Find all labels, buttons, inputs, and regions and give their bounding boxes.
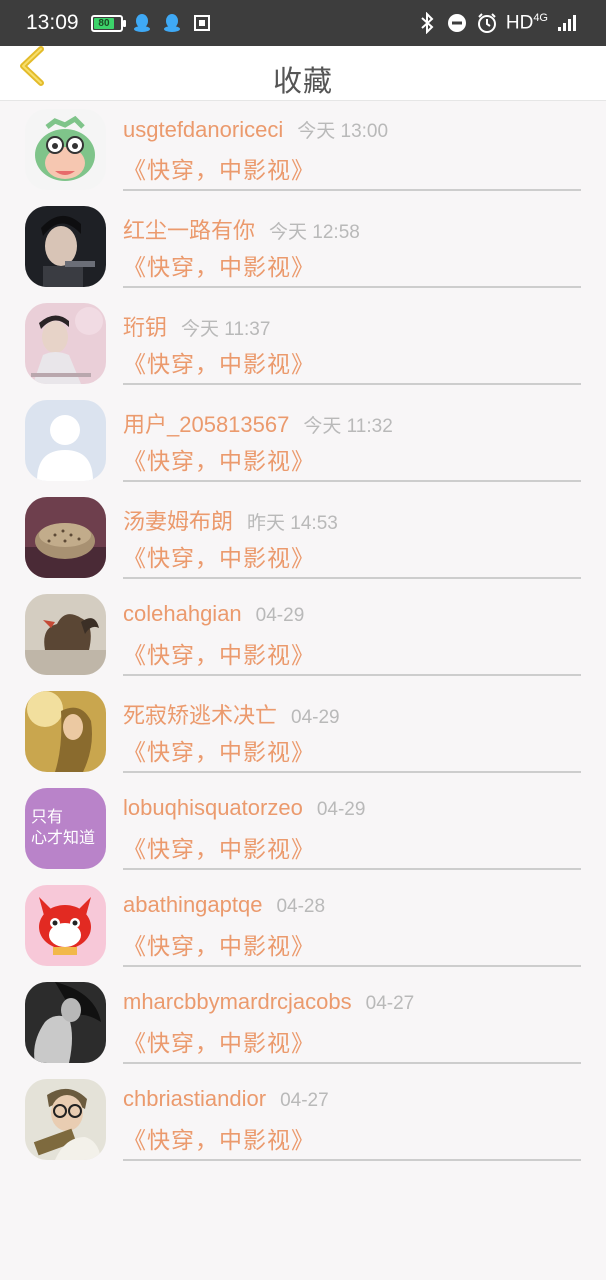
list-item[interactable]: chbriastiandior 04-27 《快穿，中影视》 [0,1071,606,1168]
network-gen: 4G [533,11,548,24]
item-header: chbriastiandior 04-27 [123,1086,329,1112]
item-content[interactable]: 《快穿，中影视》 [123,151,315,185]
item-time: 04-27 [280,1090,329,1111]
item-header: 红尘一路有你 今天 12:58 [123,213,360,245]
list-item[interactable]: 死寂矫逃术决亡 04-29 《快穿，中影视》 [0,683,606,780]
item-header: 死寂矫逃术决亡 04-29 [123,698,340,730]
do-not-disturb-icon [446,12,468,34]
bluetooth-icon [416,11,438,34]
item-header: mharcbbymardrcjacobs 04-27 [123,989,414,1015]
item-time: 今天 11:32 [303,416,393,437]
list-item[interactable]: 珩钥 今天 11:37 《快穿，中影视》 [0,295,606,392]
item-content[interactable]: 《快穿，中影视》 [123,830,315,864]
item-time: 昨天 14:53 [247,513,338,534]
screenshot-icon [191,12,213,34]
list-item[interactable]: colehahgian 04-29 《快穿，中影视》 [0,586,606,683]
item-header: 汤妻姆布朗 昨天 14:53 [123,504,338,536]
avatar[interactable] [25,885,106,966]
item-header: abathingaptqe 04-28 [123,892,325,918]
avatar[interactable] [25,109,106,190]
user-name[interactable]: 珩钥 [123,315,167,340]
item-time: 04-29 [316,799,366,820]
item-header: lobuqhisquatorzeo 04-29 [123,795,365,821]
avatar[interactable] [25,497,106,578]
status-bar-right: HD4G [416,12,578,34]
avatar[interactable] [25,206,106,287]
user-name[interactable]: usgtefdanoriceci [123,117,283,142]
item-header: 用户_205813567 今天 11:32 [123,407,393,439]
list-item[interactable]: 汤妻姆布朗 昨天 14:53 《快穿，中影视》 [0,489,606,586]
signal-icon [556,12,578,34]
list-item[interactable]: 只有 心才知道 lobuqhisquatorzeo 04-29 《快穿，中影视》 [0,780,606,877]
item-content[interactable]: 《快穿，中影视》 [123,927,315,961]
list-item[interactable]: 用户_205813567 今天 11:32 《快穿，中影视》 [0,392,606,489]
status-bar-left: 13:09 80 [26,11,213,35]
item-time: 04-29 [291,707,340,728]
avatar[interactable] [25,303,106,384]
item-header: colehahgian 04-29 [123,601,304,627]
item-content[interactable]: 《快穿，中影视》 [123,539,315,573]
item-info: chbriastiandior 04-27 《快穿，中影视》 [123,1071,581,1161]
battery-level: 80 [93,17,115,29]
avatar[interactable]: 只有 心才知道 [25,788,106,869]
item-content[interactable]: 《快穿，中影视》 [123,345,315,379]
item-content[interactable]: 《快穿，中影视》 [123,442,315,476]
item-time: 04-27 [365,993,415,1014]
user-name[interactable]: 红尘一路有你 [123,218,255,243]
user-name[interactable]: 死寂矫逃术决亡 [123,703,277,728]
alarm-icon [476,12,498,34]
item-time: 今天 13:00 [297,121,389,142]
item-info: mharcbbymardrcjacobs 04-27 《快穿，中影视》 [123,974,581,1064]
item-content[interactable]: 《快穿，中影视》 [123,248,315,282]
battery-icon: 80 [90,14,126,32]
avatar[interactable] [25,691,106,772]
item-info: 珩钥 今天 11:37 《快穿，中影视》 [123,295,581,385]
avatar[interactable] [25,594,106,675]
item-info: colehahgian 04-29 《快穿，中影视》 [123,586,581,676]
avatar[interactable] [25,400,106,481]
network-label: HD [505,12,534,34]
item-time: 04-29 [255,605,305,626]
status-bar: 13:09 80 HD4G [0,0,606,46]
item-content[interactable]: 《快穿，中影视》 [123,1121,315,1155]
user-name[interactable]: lobuqhisquatorzeo [123,795,303,820]
list-item[interactable]: usgtefdanoriceci 今天 13:00 《快穿，中影视》 [0,101,606,198]
item-info: abathingaptqe 04-28 《快穿，中影视》 [123,877,581,967]
item-content[interactable]: 《快穿，中影视》 [123,733,315,767]
user-name[interactable]: 汤妻姆布朗 [123,509,233,534]
header: 收藏 [0,46,606,101]
qq-icon [161,12,183,34]
item-header: usgtefdanoriceci 今天 13:00 [123,116,388,143]
item-time: 04-28 [276,896,326,917]
avatar[interactable] [25,982,106,1063]
item-content[interactable]: 《快穿，中影视》 [123,636,315,670]
item-content[interactable]: 《快穿，中影视》 [123,1024,315,1058]
avatar-text: 只有 [31,807,64,826]
item-info: 用户_205813567 今天 11:32 《快穿，中影视》 [123,392,581,482]
list-item[interactable]: abathingaptqe 04-28 《快穿，中影视》 [0,877,606,974]
item-time: 今天 11:37 [181,319,271,340]
item-time: 今天 12:58 [269,222,360,243]
page-title: 收藏 [272,64,333,98]
item-info: usgtefdanoriceci 今天 13:00 《快穿，中影视》 [123,101,581,191]
user-name[interactable]: abathingaptqe [123,892,262,917]
list-item[interactable]: mharcbbymardrcjacobs 04-27 《快穿，中影视》 [0,974,606,1071]
item-info: 汤妻姆布朗 昨天 14:53 《快穿，中影视》 [123,489,581,579]
item-info: lobuqhisquatorzeo 04-29 《快穿，中影视》 [123,780,581,870]
favorites-list: usgtefdanoriceci 今天 13:00 《快穿，中影视》 红尘一路有你… [0,101,606,1168]
item-header: 珩钥 今天 11:37 [123,310,270,342]
network-type: HD4G [506,12,548,34]
list-item[interactable]: 红尘一路有你 今天 12:58 《快穿，中影视》 [0,198,606,295]
avatar-text: 心才知道 [31,828,96,847]
user-name[interactable]: 用户_205813567 [123,412,289,437]
item-info: 死寂矫逃术决亡 04-29 《快穿，中影视》 [123,683,581,773]
item-info: 红尘一路有你 今天 12:58 《快穿，中影视》 [123,198,581,288]
avatar[interactable] [25,1079,106,1160]
user-name[interactable]: colehahgian [123,601,242,626]
user-name[interactable]: chbriastiandior [123,1086,266,1111]
status-time: 13:09 [26,11,79,34]
qq-icon [131,12,153,34]
user-name[interactable]: mharcbbymardrcjacobs [123,989,352,1014]
